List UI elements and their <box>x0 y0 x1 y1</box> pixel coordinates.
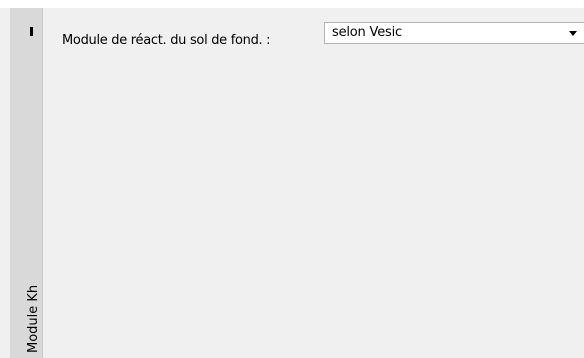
settings-content: Module de réact. du sol de fond. : selon… <box>43 8 584 358</box>
soil-modulus-label: Module de réact. du sol de fond. : <box>62 33 271 48</box>
tab-marker <box>30 27 33 36</box>
side-tab-label: Module Kh <box>26 284 41 353</box>
soil-modulus-select[interactable]: selon Vesic <box>324 22 584 44</box>
soil-modulus-select-value: selon Vesic <box>332 25 402 40</box>
side-tab[interactable]: Module Kh <box>10 8 43 358</box>
chevron-down-icon[interactable] <box>569 31 577 36</box>
panel-frame: Module Kh Module de réact. du sol de fon… <box>0 8 584 358</box>
